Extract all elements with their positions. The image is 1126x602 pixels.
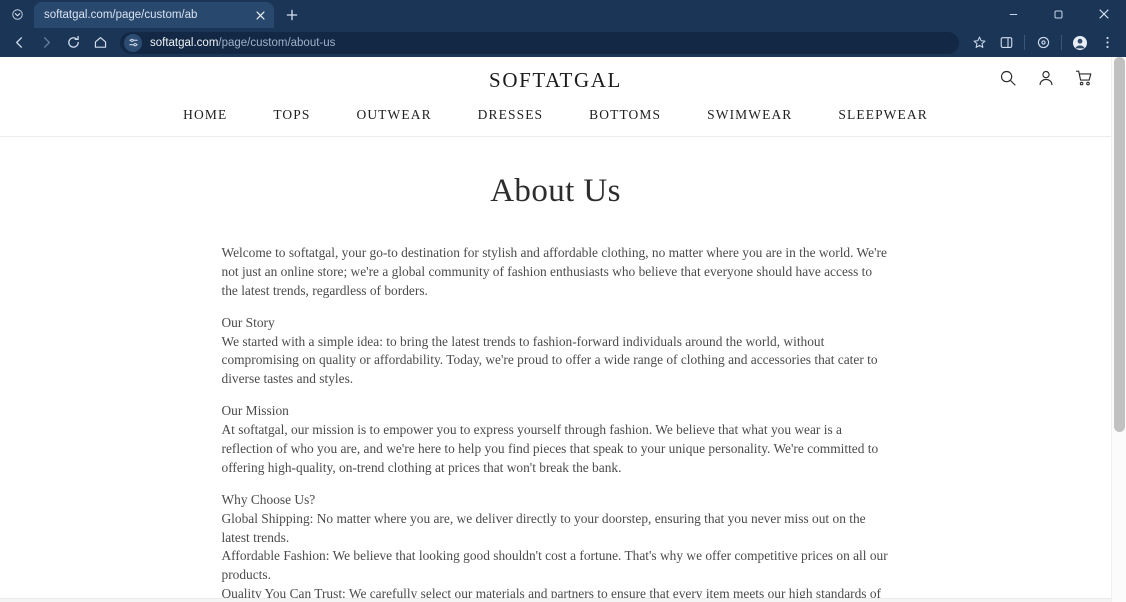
close-icon <box>1098 9 1109 19</box>
page-viewport: SOFTATGAL HOME TOPS OUTWEAR DRESSES BOTT… <box>0 57 1126 602</box>
window-minimize-button[interactable] <box>991 0 1036 28</box>
address-bar[interactable]: softatgal.com/page/custom/about-us <box>120 31 959 54</box>
site-settings-button[interactable] <box>124 33 142 52</box>
header-icon-group <box>999 69 1093 87</box>
star-icon <box>973 36 985 48</box>
browser-tab[interactable]: softatgal.com/page/custom/ab <box>34 2 274 28</box>
main-navigation: HOME TOPS OUTWEAR DRESSES BOTTOMS SWIMWE… <box>0 107 1111 136</box>
account-icon[interactable] <box>1037 69 1055 87</box>
maximize-icon <box>1054 10 1063 18</box>
browser-chrome: softatgal.com/page/custom/ab softatgal.c… <box>0 0 1126 57</box>
forward-button[interactable] <box>33 30 59 56</box>
address-bar-url: softatgal.com/page/custom/about-us <box>150 37 335 49</box>
paragraph-intro: Welcome to softatgal, your go-to destina… <box>221 245 887 298</box>
split-screen-icon <box>1000 37 1012 48</box>
minimize-icon <box>1009 13 1018 15</box>
scrollbar-thumb[interactable] <box>1114 57 1125 432</box>
back-button[interactable] <box>6 30 32 56</box>
page-title: About Us <box>490 173 621 209</box>
web-page: SOFTATGAL HOME TOPS OUTWEAR DRESSES BOTT… <box>0 57 1111 602</box>
site-footer: SUPPORT Menu After <box>0 598 1111 602</box>
profile-avatar-icon <box>1073 35 1087 50</box>
profile-button[interactable] <box>1067 30 1093 56</box>
home-icon <box>94 37 106 48</box>
tab-strip: softatgal.com/page/custom/ab <box>0 0 1126 28</box>
tab-close-button[interactable] <box>252 7 268 23</box>
extensions-button[interactable] <box>1030 30 1056 56</box>
tab-search-button[interactable] <box>4 2 30 26</box>
site-header: SOFTATGAL HOME TOPS OUTWEAR DRESSES BOTT… <box>0 57 1111 137</box>
nav-item-dresses[interactable]: DRESSES <box>478 107 543 123</box>
about-article: Welcome to softatgal, your go-to destina… <box>222 210 890 602</box>
close-icon <box>255 10 265 20</box>
reload-icon <box>67 35 79 48</box>
url-domain: softatgal.com <box>150 36 219 49</box>
window-close-button[interactable] <box>1081 0 1126 28</box>
paragraph-our-story: Our Story We started with a simple idea: … <box>221 314 878 387</box>
extensions-icon <box>1037 36 1049 49</box>
three-dot-menu-icon <box>1105 36 1109 49</box>
shopping-cart-glyph <box>1075 70 1092 86</box>
nav-item-swimwear[interactable]: SWIMWEAR <box>707 107 792 123</box>
search-icon[interactable] <box>999 69 1017 87</box>
paragraph-why-choose-us: Why Choose Us? Global Shipping: No matter… <box>221 491 888 602</box>
home-button[interactable] <box>87 30 113 56</box>
browser-toolbar: softatgal.com/page/custom/about-us <box>0 28 1126 57</box>
browser-window: softatgal.com/page/custom/ab softatgal.c… <box>0 0 1126 602</box>
chevron-down-icon <box>11 8 23 20</box>
toolbar-divider <box>1061 35 1062 50</box>
cart-icon[interactable] <box>1075 69 1093 87</box>
nav-item-sleepwear[interactable]: SLEEPWEAR <box>838 107 927 123</box>
browser-menu-button[interactable] <box>1094 30 1120 56</box>
nav-item-home[interactable]: HOME <box>183 107 227 123</box>
reload-button[interactable] <box>60 30 86 56</box>
nav-item-bottoms[interactable]: BOTTOMS <box>589 107 661 123</box>
window-controls <box>991 0 1126 28</box>
window-maximize-button[interactable] <box>1036 0 1081 28</box>
url-path: /page/custom/about-us <box>218 36 336 49</box>
person-glyph <box>1039 70 1053 86</box>
page-scrollbar[interactable] <box>1111 57 1126 602</box>
page-content: About Us Welcome to softatgal, your go-t… <box>0 173 1111 602</box>
site-logo[interactable]: SOFTATGAL <box>0 68 1111 93</box>
toolbar-divider <box>1024 35 1025 50</box>
bookmark-button[interactable] <box>966 30 992 56</box>
paragraph-our-mission: Our Mission At softatgal, our mission is … <box>221 403 879 475</box>
nav-item-outwear[interactable]: OUTWEAR <box>356 107 431 123</box>
tab-title: softatgal.com/page/custom/ab <box>44 9 198 21</box>
tune-sliders-icon <box>128 38 138 47</box>
search-glyph <box>1000 70 1016 86</box>
plus-icon <box>286 9 298 21</box>
forward-arrow-icon <box>43 37 50 48</box>
back-arrow-icon <box>15 37 22 48</box>
split-view-button[interactable] <box>993 30 1019 56</box>
new-tab-button[interactable] <box>278 2 306 28</box>
nav-item-tops[interactable]: TOPS <box>273 107 310 123</box>
